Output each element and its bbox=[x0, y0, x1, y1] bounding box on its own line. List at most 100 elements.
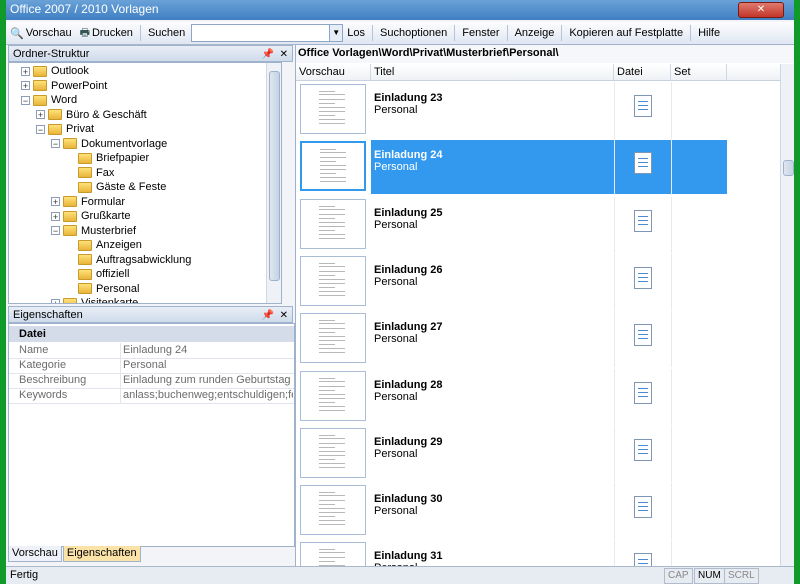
tree-item[interactable]: + Grußkarte bbox=[51, 209, 131, 223]
list-scrollbar-thumb[interactable] bbox=[783, 160, 794, 176]
tree-item[interactable]: Gäste & Feste bbox=[66, 180, 166, 194]
tree-item[interactable]: − Privat bbox=[36, 122, 94, 136]
tree-item[interactable]: offiziell bbox=[66, 267, 129, 281]
tree-item[interactable]: Personal bbox=[66, 282, 139, 296]
word-document-icon[interactable] bbox=[634, 381, 652, 404]
document-thumbnail[interactable] bbox=[300, 84, 366, 134]
tree-item[interactable]: Auftragsabwicklung bbox=[66, 253, 191, 267]
close-window-button[interactable]: ✕ bbox=[738, 2, 784, 18]
word-document-icon[interactable] bbox=[634, 152, 652, 175]
expander-icon[interactable]: − bbox=[36, 124, 45, 134]
word-document-icon[interactable] bbox=[634, 438, 652, 461]
document-thumbnail[interactable] bbox=[300, 370, 366, 421]
expander-icon[interactable]: + bbox=[51, 298, 60, 303]
document-thumbnail[interactable] bbox=[300, 198, 366, 249]
expander-icon[interactable]: + bbox=[21, 66, 30, 76]
search-combobox[interactable]: ▼ bbox=[191, 24, 344, 42]
expander-icon[interactable]: − bbox=[21, 95, 30, 105]
tree-item[interactable]: Briefpapier bbox=[66, 151, 149, 165]
word-document-icon[interactable] bbox=[634, 266, 652, 289]
column-set[interactable]: Set bbox=[671, 64, 727, 81]
document-thumbnail[interactable] bbox=[300, 542, 366, 567]
document-thumbnail[interactable] bbox=[300, 485, 366, 536]
template-row[interactable]: Einladung 27 Personal bbox=[296, 311, 794, 368]
thumbnail-line bbox=[319, 385, 345, 387]
column-preview[interactable]: Vorschau bbox=[296, 64, 371, 81]
property-row[interactable]: Beschreibung Einladung zum runden Geburts… bbox=[9, 373, 294, 389]
thumbnail-line bbox=[319, 119, 345, 120]
tree-item[interactable]: + PowerPoint bbox=[21, 79, 107, 93]
template-row[interactable]: Einladung 26 Personal bbox=[296, 253, 794, 311]
cell-divider bbox=[614, 253, 615, 310]
tab-preview[interactable]: Vorschau bbox=[8, 546, 62, 562]
folder-icon bbox=[78, 254, 92, 265]
expander-icon[interactable]: − bbox=[51, 139, 60, 149]
title-bar: Office 2007 / 2010 Vorlagen ✕ bbox=[6, 0, 794, 20]
template-row[interactable]: Einladung 31Personal bbox=[296, 540, 794, 567]
tree-scrollbar[interactable] bbox=[266, 63, 281, 303]
tree-item[interactable]: − Dokumentvorlage bbox=[51, 137, 167, 151]
word-document-icon[interactable] bbox=[634, 324, 652, 347]
word-document-icon[interactable] bbox=[634, 496, 652, 519]
tree-item[interactable]: Anzeigen bbox=[66, 238, 142, 252]
tree-item[interactable]: + Visitenkarte bbox=[51, 296, 138, 303]
chevron-down-icon[interactable]: ▼ bbox=[329, 25, 343, 41]
pin-icon[interactable]: 📌 bbox=[262, 46, 274, 63]
tree-item[interactable]: + Büro & Geschäft bbox=[36, 108, 147, 122]
tree-item[interactable]: + Formular bbox=[51, 195, 125, 209]
property-category[interactable]: Datei bbox=[9, 326, 294, 342]
search-label: Suchen bbox=[147, 27, 186, 39]
preview-button[interactable]: 🔍 Vorschau bbox=[6, 23, 76, 43]
window-menu[interactable]: Fenster bbox=[458, 23, 503, 43]
property-row[interactable]: Name Einladung 24 bbox=[9, 343, 294, 359]
folder-icon bbox=[63, 196, 77, 207]
template-row[interactable]: Einladung 23 Personal bbox=[296, 82, 794, 139]
tree-item-label: Personal bbox=[96, 282, 140, 295]
document-thumbnail[interactable] bbox=[300, 141, 366, 192]
document-thumbnail[interactable] bbox=[300, 313, 366, 364]
expander-icon[interactable]: + bbox=[51, 211, 60, 221]
template-row[interactable]: Einladung 29 Personal bbox=[296, 425, 794, 483]
column-file[interactable]: Datei bbox=[614, 64, 671, 81]
word-document-icon[interactable] bbox=[634, 209, 652, 232]
close-icon[interactable]: ✕ bbox=[280, 46, 288, 63]
copy-to-disk-button[interactable]: Kopieren auf Festplatte bbox=[565, 23, 687, 43]
folder-icon bbox=[78, 239, 92, 251]
thumbnail-line bbox=[319, 213, 345, 215]
go-button[interactable]: Los bbox=[343, 23, 369, 43]
help-menu[interactable]: Hilfe bbox=[694, 23, 724, 43]
template-row[interactable]: Einladung 24 Personal bbox=[296, 139, 794, 196]
tree-item[interactable]: − Musterbrief bbox=[51, 224, 136, 238]
thumbnail-line bbox=[319, 405, 345, 407]
template-category: Personal bbox=[374, 447, 418, 460]
view-menu[interactable]: Anzeige bbox=[511, 23, 559, 43]
thumbnail-line bbox=[319, 340, 345, 342]
tree-scrollbar-thumb[interactable] bbox=[269, 71, 280, 281]
property-value: Personal bbox=[123, 359, 167, 371]
property-row[interactable]: Kategorie Personal bbox=[9, 358, 294, 374]
tree-item[interactable]: Fax bbox=[66, 166, 114, 180]
template-row[interactable]: Einladung 30 Personal bbox=[296, 483, 794, 540]
expander-icon[interactable]: + bbox=[51, 197, 60, 207]
expander-icon[interactable]: + bbox=[36, 110, 45, 120]
thumbnail-line bbox=[319, 450, 345, 452]
search-input[interactable] bbox=[192, 25, 337, 39]
tab-properties[interactable]: Eigenschaften bbox=[62, 546, 141, 562]
template-row[interactable]: Einladung 28 Personal bbox=[296, 368, 794, 426]
document-thumbnail[interactable] bbox=[300, 255, 366, 306]
print-button[interactable]: 🖶 Drucken bbox=[76, 23, 137, 43]
expander-icon[interactable]: − bbox=[51, 226, 60, 236]
pin-icon[interactable]: 📌 bbox=[262, 307, 274, 324]
search-options-button[interactable]: Suchoptionen bbox=[376, 23, 451, 43]
tree-item[interactable]: − Word bbox=[21, 93, 77, 107]
close-icon[interactable]: ✕ bbox=[280, 307, 288, 324]
expander-icon[interactable]: + bbox=[21, 81, 30, 91]
word-document-icon[interactable] bbox=[634, 95, 652, 117]
template-title: Einladung 29 bbox=[374, 435, 443, 448]
document-thumbnail[interactable] bbox=[300, 427, 366, 478]
template-row[interactable]: Einladung 25 Personal bbox=[296, 196, 794, 254]
property-row[interactable]: Keywords anlass;buchenweg;entschuldigen;f… bbox=[9, 388, 294, 404]
tree-item[interactable]: + Outlook bbox=[21, 64, 89, 78]
column-title[interactable]: Titel bbox=[371, 64, 614, 81]
list-scrollbar[interactable] bbox=[780, 64, 794, 567]
